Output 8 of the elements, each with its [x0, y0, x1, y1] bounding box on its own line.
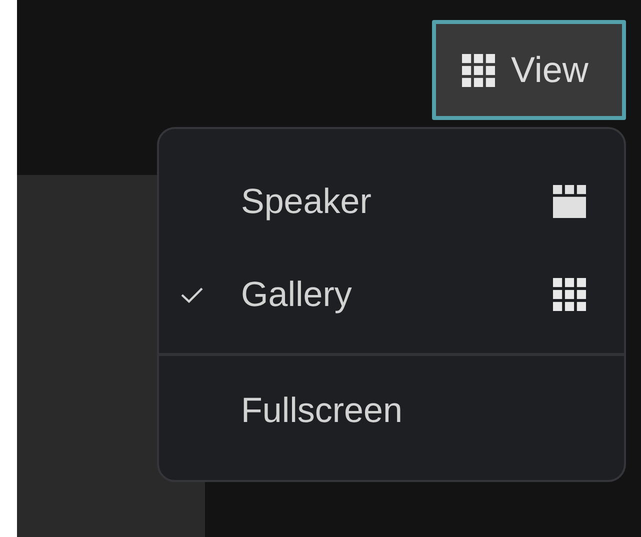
grid-icon [553, 278, 586, 311]
grid-icon [462, 54, 495, 86]
menu-option[interactable]: Gallery [159, 248, 624, 341]
check-icon [181, 286, 203, 302]
view-button[interactable]: View [432, 20, 626, 120]
menu-item[interactable]: Fullscreen [159, 356, 624, 466]
speaker-layout-icon [553, 185, 586, 218]
menu-option[interactable]: Speaker [159, 155, 624, 248]
